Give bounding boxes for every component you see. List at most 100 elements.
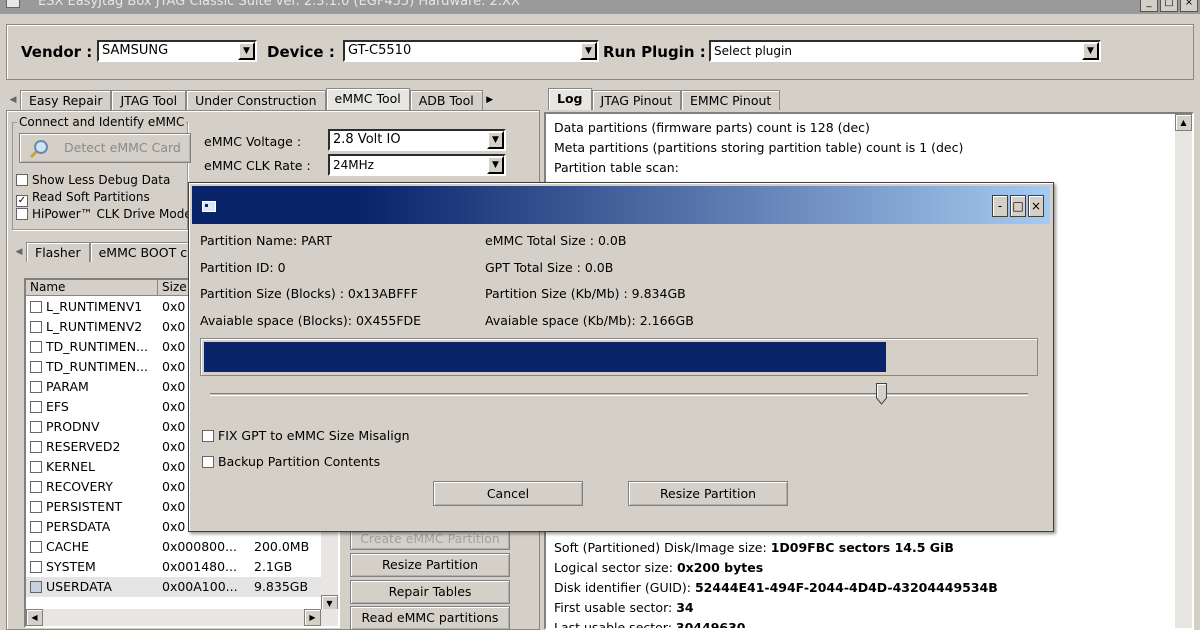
checkbox-box[interactable] [30,301,42,313]
column-header-name[interactable]: Name [26,280,158,296]
checkbox-box[interactable] [30,421,42,433]
log-line: Disk identifier (GUID): 52444E41-494F-20… [554,580,998,595]
scroll-right-icon[interactable]: ▶ [304,609,321,626]
show-less-debug-label: Show Less Debug Data [32,173,171,187]
checkbox-box[interactable] [30,581,42,593]
tab-scroll-right-icon[interactable]: ▶ [483,90,497,110]
checkbox-box[interactable] [30,361,42,373]
partition-name-text: Partition Name: PART [200,233,332,248]
tab-log[interactable]: Log [548,88,592,110]
checkbox-box[interactable] [202,456,214,468]
magnifier-icon [29,140,48,159]
minimize-icon[interactable]: - [992,195,1008,217]
table-row[interactable]: CACHE 0x000800... 200.0MB [26,537,338,557]
emmc-total-text: eMMC Total Size : 0.0B [485,233,627,248]
checkbox-checked-icon[interactable]: ✓ [16,195,28,207]
checkbox-box[interactable] [30,321,42,333]
checkbox-box[interactable] [30,381,42,393]
checkbox-box[interactable] [30,501,42,513]
device-label: Device : [267,43,335,61]
checkbox-box[interactable] [30,401,42,413]
tab-flasher[interactable]: Flasher [26,242,90,262]
tab-scroll-left-icon[interactable]: ◀ [6,90,20,110]
log-vscrollbar[interactable]: ▲ [1175,114,1192,628]
partition-size-blocks-text: Partition Size (Blocks) : 0x13ABFFF [200,286,418,301]
voltage-select[interactable]: 2.8 Volt IO ▼ [328,129,506,151]
tab-emmc-tool[interactable]: eMMC Tool [325,88,410,110]
dialog-window-icon [202,201,216,212]
close-icon[interactable]: × [1180,0,1198,12]
log-line: Meta partitions (partitions storing part… [554,140,964,155]
checkbox-box[interactable] [202,430,214,442]
backup-checkbox[interactable]: Backup Partition Contents [202,454,380,469]
partition-name: TD_RUNTIMEN... [46,339,148,354]
minimize-icon[interactable]: _ [1140,0,1158,12]
vendor-select[interactable]: SAMSUNG ▼ [97,40,257,62]
list-hscrollbar[interactable]: ◀ ▶ [26,609,338,626]
checkbox-box[interactable] [30,541,42,553]
gpt-total-text: GPT Total Size : 0.0B [485,260,614,275]
checkbox-box[interactable] [30,521,42,533]
device-value: GT-C5510 [348,43,412,58]
fix-gpt-checkbox[interactable]: FIX GPT to eMMC Size Misalign [202,428,410,443]
detect-emmc-label: Detect eMMC Card [64,140,181,155]
read-partitions-button[interactable]: Read eMMC partitions [350,606,510,630]
tab-scroll-left-icon[interactable]: ◀ [12,242,26,262]
checkbox-box[interactable] [16,208,28,220]
device-toolbar: Vendor : SAMSUNG ▼ Device : GT-C5510 ▼ R… [6,24,1194,80]
voltage-label: eMMC Voltage : [204,134,302,149]
resize-partition-button[interactable]: Resize Partition [350,553,510,577]
close-icon[interactable]: × [1028,195,1044,217]
log-line: Data partitions (firmware parts) count i… [554,120,870,135]
partition-start: 0x00A100... [162,579,238,594]
repair-tables-button[interactable]: Repair Tables [350,580,510,604]
window-titlebar: ESX EasyJtag Box JTAG Classic Suite ver.… [0,0,1200,14]
clk-select[interactable]: 24MHz ▼ [328,154,506,176]
maximize-icon[interactable]: □ [1010,195,1026,217]
checkbox-box[interactable] [30,461,42,473]
partition-name: L_RUNTIMENV1 [46,299,143,314]
progress-fill [204,342,886,372]
chevron-down-icon[interactable]: ▼ [580,42,597,60]
tab-easy-repair[interactable]: Easy Repair [20,90,112,110]
chevron-down-icon[interactable]: ▼ [487,131,504,149]
read-soft-partitions-checkbox[interactable]: ✓ Read Soft Partitions [16,190,150,207]
partition-name: PRODNV [46,419,100,434]
table-row[interactable]: SYSTEM 0x001480... 2.1GB [26,557,338,577]
size-slider-track[interactable] [210,393,1028,396]
log-line: Logical sector size: 0x200 bytes [554,560,764,575]
tab-jtag-tool[interactable]: JTAG Tool [111,90,187,110]
show-less-debug-checkbox[interactable]: Show Less Debug Data [16,173,170,187]
detect-emmc-button[interactable]: Detect eMMC Card [19,133,191,163]
partition-id-text: Partition ID: 0 [200,260,286,275]
hipower-checkbox[interactable]: HiPower™ CLK Drive Mode [16,207,192,221]
tab-under-construction[interactable]: Under Construction [186,90,326,110]
tab-adb-tool[interactable]: ADB Tool [409,90,483,110]
clk-value: 24MHz [333,158,374,172]
partition-start: 0x0 [162,399,186,414]
chevron-down-icon[interactable]: ▼ [238,42,255,60]
resize-confirm-button[interactable]: Resize Partition [628,481,788,506]
checkbox-box[interactable] [30,341,42,353]
tab-jtag-pinout[interactable]: JTAG Pinout [591,90,681,110]
cancel-button[interactable]: Cancel [433,481,583,506]
scroll-up-icon[interactable]: ▲ [1175,114,1192,131]
checkbox-box[interactable] [30,481,42,493]
device-select[interactable]: GT-C5510 ▼ [343,40,599,62]
chevron-down-icon[interactable]: ▼ [487,156,504,174]
plugin-select[interactable]: Select plugin ▼ [709,40,1101,62]
dialog-controls: - □ × [992,195,1044,217]
tab-emmc-boot[interactable]: eMMC BOOT c [89,242,197,262]
table-row[interactable]: USERDATA 0x00A100... 9.835GB [26,577,338,597]
tab-emmc-pinout[interactable]: EMMC Pinout [681,90,781,110]
partition-start: 0x000800... [162,539,237,554]
chevron-down-icon[interactable]: ▼ [1082,42,1099,60]
checkbox-box[interactable] [30,441,42,453]
size-progress-bar [200,338,1038,376]
scroll-left-icon[interactable]: ◀ [26,609,43,626]
backup-label: Backup Partition Contents [218,454,381,469]
maximize-icon[interactable]: □ [1160,0,1178,12]
checkbox-box[interactable] [16,174,28,186]
checkbox-box[interactable] [30,561,42,573]
size-slider-thumb[interactable] [876,383,887,405]
